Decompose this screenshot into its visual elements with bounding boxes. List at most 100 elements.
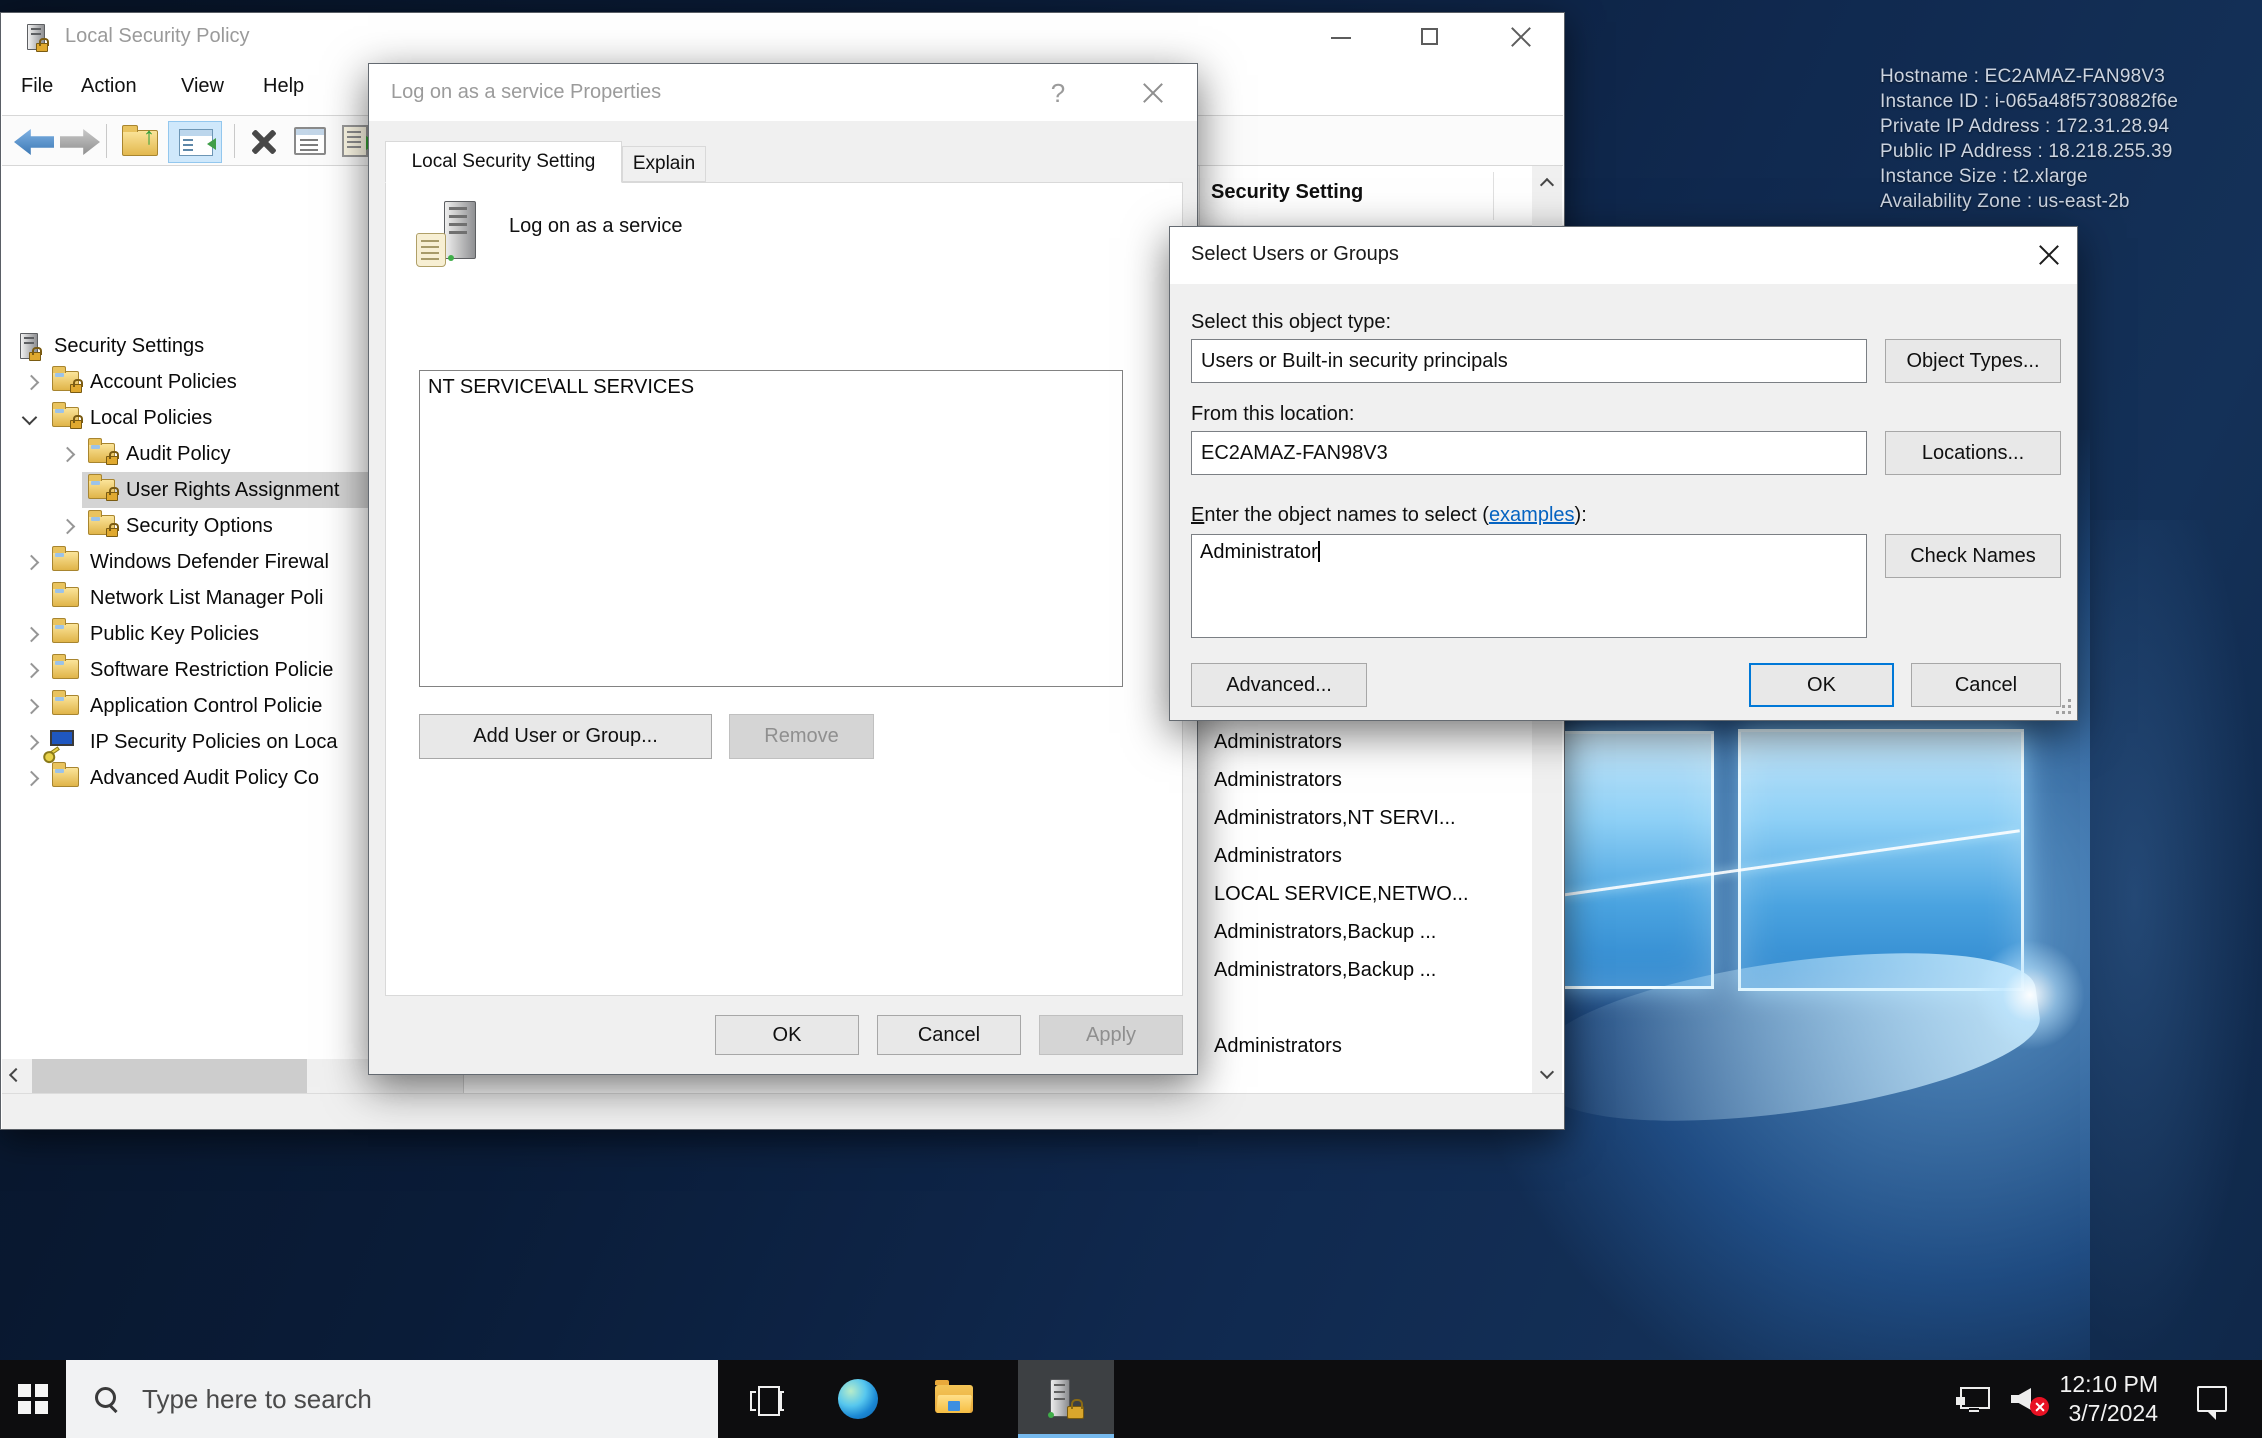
members-listbox[interactable]: NT SERVICE\ALL SERVICES (419, 370, 1123, 687)
dialog-close-icon[interactable] (1130, 71, 1176, 115)
tree-item-ip-security-policies[interactable]: IP Security Policies on Loca (90, 724, 338, 760)
chevron-down-icon[interactable] (22, 410, 38, 426)
remove-button[interactable]: Remove (729, 714, 874, 759)
advanced-button[interactable]: Advanced... (1191, 663, 1367, 707)
tree-item-local-policies[interactable]: Local Policies (90, 400, 212, 436)
menu-action[interactable]: Action (75, 61, 143, 111)
cancel-button[interactable]: Cancel (877, 1015, 1021, 1055)
tree-item-windows-defender-firewall[interactable]: Windows Defender Firewal (90, 544, 329, 580)
chevron-right-icon[interactable] (24, 555, 40, 571)
select-dialog-titlebar[interactable]: Select Users or Groups (1170, 227, 2077, 284)
taskbar-search[interactable] (66, 1360, 718, 1438)
apply-button[interactable]: Apply (1039, 1015, 1183, 1055)
file-explorer-button[interactable] (922, 1360, 986, 1438)
tree-item-public-key-policies[interactable]: Public Key Policies (90, 616, 259, 652)
list-row[interactable]: Administrators,Backup ... (1214, 951, 1436, 989)
help-icon[interactable]: ? (1035, 71, 1081, 115)
column-header-security-setting[interactable]: Security Setting (1211, 181, 1363, 204)
ec2-hostname: Hostname : EC2AMAZ-FAN98V3 (1880, 64, 2252, 89)
close-button[interactable] (1498, 15, 1544, 59)
back-icon[interactable] (14, 129, 54, 155)
action-center-button[interactable] (2180, 1360, 2244, 1438)
scroll-down-button[interactable] (1532, 1059, 1562, 1093)
volume-tray-button[interactable] (2000, 1360, 2056, 1438)
chevron-right-icon[interactable] (24, 375, 40, 391)
secpol-taskbar-button[interactable] (1018, 1360, 1114, 1438)
properties-dialog-titlebar[interactable]: Log on as a service Properties ? (369, 64, 1197, 121)
menu-help[interactable]: Help (257, 61, 310, 111)
object-type-field[interactable]: Users or Built-in security principals (1191, 339, 1867, 383)
maximize-button[interactable] (1407, 15, 1453, 59)
ok-button[interactable]: OK (715, 1015, 859, 1055)
dialog-close-icon[interactable] (2026, 233, 2072, 277)
network-tray-button[interactable] (1942, 1360, 2002, 1438)
edge-button[interactable] (826, 1360, 890, 1438)
list-row[interactable]: Administrators (1214, 837, 1342, 875)
logon-service-properties-dialog: Log on as a service Properties ? Local S… (368, 63, 1198, 1075)
scroll-left-button[interactable] (2, 1059, 26, 1093)
task-view-button[interactable] (735, 1360, 799, 1438)
ec2-instance-info: Hostname : EC2AMAZ-FAN98V3 Instance ID :… (1880, 64, 2252, 214)
list-row[interactable]: LOCAL SERVICE,NETWO... (1214, 875, 1469, 913)
check-names-button[interactable]: Check Names (1885, 534, 2061, 578)
chevron-right-icon[interactable] (60, 447, 76, 463)
examples-link[interactable]: examples (1489, 504, 1575, 526)
tab-explain[interactable]: Explain (622, 146, 706, 182)
add-user-or-group-button[interactable]: Add User or Group... (419, 714, 712, 759)
forward-icon[interactable] (60, 129, 100, 155)
action-center-icon (2197, 1386, 2227, 1412)
menu-view[interactable]: View (175, 61, 230, 111)
tree-item-network-list-manager[interactable]: Network List Manager Poli (90, 580, 323, 616)
tree-item-advanced-audit-policy[interactable]: Advanced Audit Policy Co (90, 760, 319, 796)
object-names-textarea[interactable]: Administrator (1191, 534, 1867, 638)
scrollbar-thumb[interactable] (32, 1059, 307, 1093)
desktop: Hostname : EC2AMAZ-FAN98V3 Instance ID :… (0, 0, 2262, 1438)
chevron-right-icon[interactable] (24, 663, 40, 679)
locations-button[interactable]: Locations... (1885, 431, 2061, 475)
start-button[interactable] (0, 1360, 66, 1438)
cancel-button[interactable]: Cancel (1911, 663, 2061, 707)
up-one-level-icon[interactable]: ↑ (122, 130, 158, 156)
taskbar-clock[interactable]: 12:10 PM 3/7/2024 (2060, 1360, 2158, 1438)
show-console-tree-icon[interactable] (168, 121, 222, 163)
list-row[interactable]: Administrators (1214, 1027, 1342, 1065)
list-row[interactable]: Administrators (1214, 723, 1342, 761)
location-field[interactable]: EC2AMAZ-FAN98V3 (1191, 431, 1867, 475)
listbox-item[interactable]: NT SERVICE\ALL SERVICES (428, 376, 694, 398)
edge-icon (838, 1379, 878, 1419)
object-types-button[interactable]: Object Types... (1885, 339, 2061, 383)
mmc-titlebar[interactable]: Local Security Policy (1, 13, 1564, 61)
list-row[interactable]: Administrators (1214, 761, 1342, 799)
enter-names-close: ): (1575, 504, 1587, 526)
policy-server-icon (416, 201, 482, 265)
menu-file[interactable]: File (15, 61, 59, 111)
tree-item-user-rights-assignment[interactable]: User Rights Assignment (126, 472, 339, 508)
tab-local-security-setting[interactable]: Local Security Setting (385, 141, 622, 183)
ec2-instance-id: Instance ID : i-065a48f5730882f6e (1880, 89, 2252, 114)
chevron-right-icon[interactable] (24, 771, 40, 787)
tree-item-security-settings[interactable]: Security Settings (54, 328, 204, 364)
tree-item-audit-policy[interactable]: Audit Policy (126, 436, 231, 472)
scroll-up-button[interactable] (1532, 166, 1562, 200)
tab-content-panel: Log on as a service NT SERVICE\ALL SERVI… (385, 182, 1183, 996)
chevron-right-icon[interactable] (24, 699, 40, 715)
export-list-icon[interactable] (342, 125, 368, 157)
list-row[interactable]: Administrators,Backup ... (1214, 913, 1436, 951)
tree-item-software-restriction-policies[interactable]: Software Restriction Policie (90, 652, 333, 688)
list-row[interactable]: Administrators,NT SERVI... (1214, 799, 1456, 837)
tree-item-application-control-policies[interactable]: Application Control Policie (90, 688, 322, 724)
minimize-button[interactable] (1318, 15, 1364, 59)
folder-lock-icon (88, 443, 115, 463)
object-type-value: Users or Built-in security principals (1201, 350, 1508, 373)
properties-icon[interactable] (294, 127, 326, 155)
chevron-right-icon[interactable] (60, 519, 76, 535)
delete-icon[interactable] (250, 128, 278, 156)
chevron-right-icon[interactable] (24, 735, 40, 751)
chevron-right-icon[interactable] (24, 627, 40, 643)
tree-item-security-options[interactable]: Security Options (126, 508, 273, 544)
resize-grip[interactable] (2053, 696, 2077, 720)
search-input[interactable] (142, 1384, 662, 1415)
folder-lock-icon (88, 515, 115, 535)
tree-item-account-policies[interactable]: Account Policies (90, 364, 237, 400)
ok-button[interactable]: OK (1749, 663, 1894, 707)
